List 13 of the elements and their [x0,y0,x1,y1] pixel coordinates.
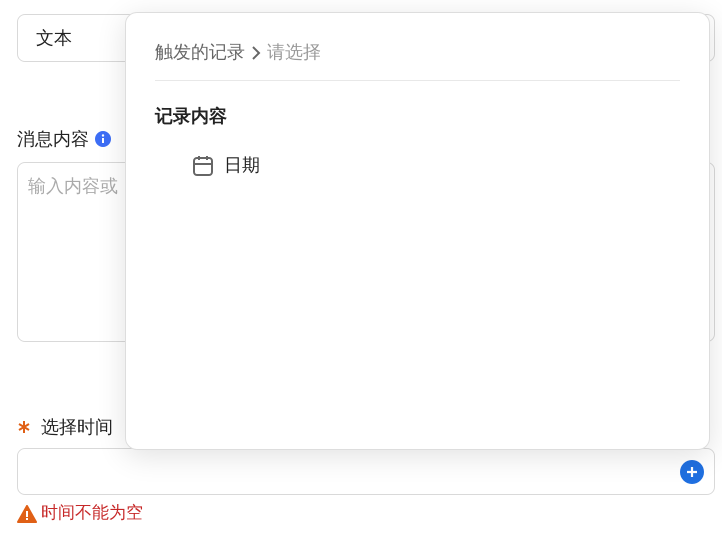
calendar-icon [192,154,214,176]
breadcrumb-item[interactable]: 触发的记录 [155,39,245,66]
warning-icon [17,504,37,523]
chevron-icon [251,44,261,60]
breadcrumb-item: 请选择 [267,41,321,65]
info-icon[interactable] [95,131,111,147]
group-title: 记录内容 [155,105,228,129]
error-message: 时间不能为空 [41,502,143,525]
field-label: 选择时间 [41,416,113,440]
field-option[interactable]: 日期 [224,152,260,179]
field-label: 消息内容 [17,128,89,152]
plus-icon [686,466,698,478]
add-button[interactable] [680,460,704,484]
